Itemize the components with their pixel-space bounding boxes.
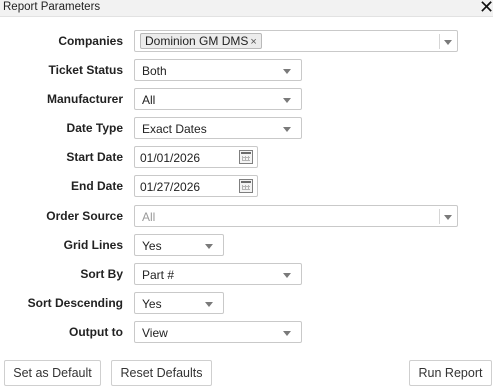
- companies-row: Companies Dominion GM DMS ×: [0, 30, 493, 52]
- ticket-status-value: Both: [142, 64, 167, 78]
- companies-multiselect[interactable]: Dominion GM DMS ×: [134, 30, 458, 52]
- chevron-down-icon: [283, 69, 291, 74]
- manufacturer-row: Manufacturer All: [0, 88, 493, 110]
- end-date-value: 01/27/2026: [140, 180, 201, 194]
- ticket-status-dropdown[interactable]: Both: [134, 59, 302, 81]
- chevron-down-icon: [205, 302, 213, 307]
- calendar-icon[interactable]: [239, 150, 253, 164]
- order-source-row: Order Source All: [0, 205, 493, 227]
- manufacturer-value: All: [142, 93, 156, 107]
- order-source-value: All: [142, 210, 156, 224]
- grid-lines-dropdown[interactable]: Yes: [134, 234, 224, 256]
- chevron-down-icon: [205, 244, 213, 249]
- chevron-down-icon[interactable]: [444, 40, 452, 45]
- dialog-titlebar: Report Parameters ✕: [0, 0, 493, 17]
- ticket-status-row: Ticket Status Both: [0, 59, 493, 81]
- end-date-input[interactable]: 01/27/2026: [134, 175, 258, 197]
- sort-descending-label: Sort Descending: [27, 296, 123, 310]
- date-type-label: Date Type: [66, 121, 123, 135]
- output-to-row: Output to View: [0, 321, 493, 343]
- manufacturer-dropdown[interactable]: All: [134, 88, 302, 110]
- order-source-label: Order Source: [46, 209, 123, 223]
- sort-by-dropdown[interactable]: Part #: [134, 263, 302, 285]
- chevron-down-icon: [283, 331, 291, 336]
- set-as-default-button[interactable]: Set as Default: [4, 360, 101, 386]
- grid-lines-label: Grid Lines: [63, 238, 123, 252]
- sort-descending-dropdown[interactable]: Yes: [134, 292, 224, 314]
- multiselect-divider: [439, 209, 440, 224]
- chevron-down-icon[interactable]: [444, 215, 452, 220]
- tag-remove-icon[interactable]: ×: [250, 36, 256, 48]
- grid-lines-value: Yes: [142, 239, 162, 253]
- end-date-row: End Date 01/27/2026: [0, 175, 493, 197]
- reset-defaults-button[interactable]: Reset Defaults: [111, 360, 212, 386]
- start-date-row: Start Date 01/01/2026: [0, 146, 493, 168]
- order-source-multiselect[interactable]: All: [134, 205, 458, 227]
- close-icon[interactable]: ✕: [479, 0, 493, 16]
- ticket-status-label: Ticket Status: [48, 63, 123, 77]
- grid-lines-row: Grid Lines Yes: [0, 234, 493, 256]
- start-date-value: 01/01/2026: [140, 151, 201, 165]
- manufacturer-label: Manufacturer: [46, 92, 123, 106]
- multiselect-divider: [439, 34, 440, 49]
- date-type-value: Exact Dates: [142, 122, 207, 136]
- run-report-button[interactable]: Run Report: [409, 360, 492, 386]
- company-tag: Dominion GM DMS ×: [140, 33, 262, 49]
- calendar-icon[interactable]: [239, 179, 253, 193]
- start-date-input[interactable]: 01/01/2026: [134, 146, 258, 168]
- start-date-label: Start Date: [66, 150, 123, 164]
- date-type-row: Date Type Exact Dates: [0, 117, 493, 139]
- sort-by-row: Sort By Part #: [0, 263, 493, 285]
- sort-descending-value: Yes: [142, 297, 162, 311]
- companies-label: Companies: [58, 34, 123, 48]
- company-tag-label: Dominion GM DMS: [145, 34, 249, 48]
- dialog-title: Report Parameters: [3, 1, 101, 13]
- chevron-down-icon: [283, 98, 291, 103]
- sort-by-value: Part #: [142, 268, 175, 282]
- output-to-value: View: [142, 326, 168, 340]
- chevron-down-icon: [283, 127, 291, 132]
- chevron-down-icon: [283, 273, 291, 278]
- end-date-label: End Date: [70, 179, 123, 193]
- sort-descending-row: Sort Descending Yes: [0, 292, 493, 314]
- sort-by-label: Sort By: [80, 267, 123, 281]
- date-type-dropdown[interactable]: Exact Dates: [134, 117, 302, 139]
- output-to-label: Output to: [69, 325, 123, 339]
- output-to-dropdown[interactable]: View: [134, 321, 302, 343]
